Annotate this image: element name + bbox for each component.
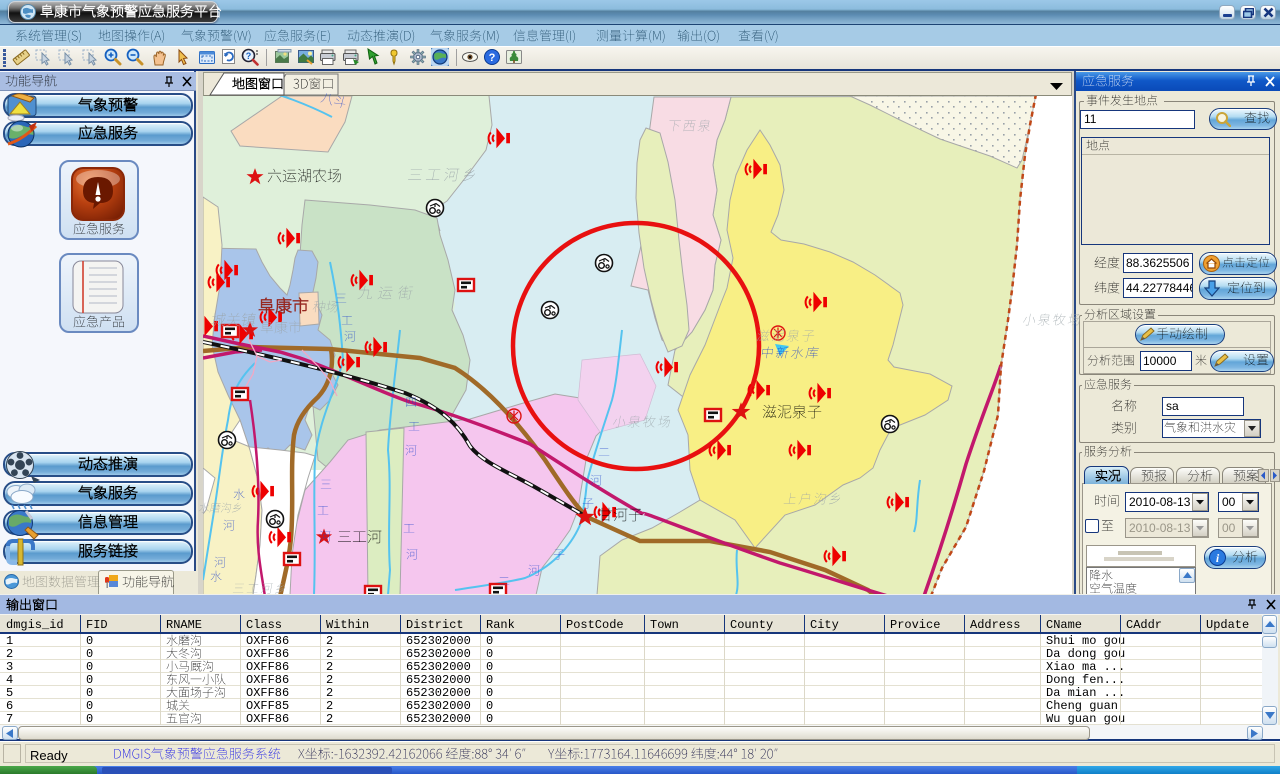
svg-text:?: ? [489,52,496,64]
svg-text:?: ? [246,51,252,61]
